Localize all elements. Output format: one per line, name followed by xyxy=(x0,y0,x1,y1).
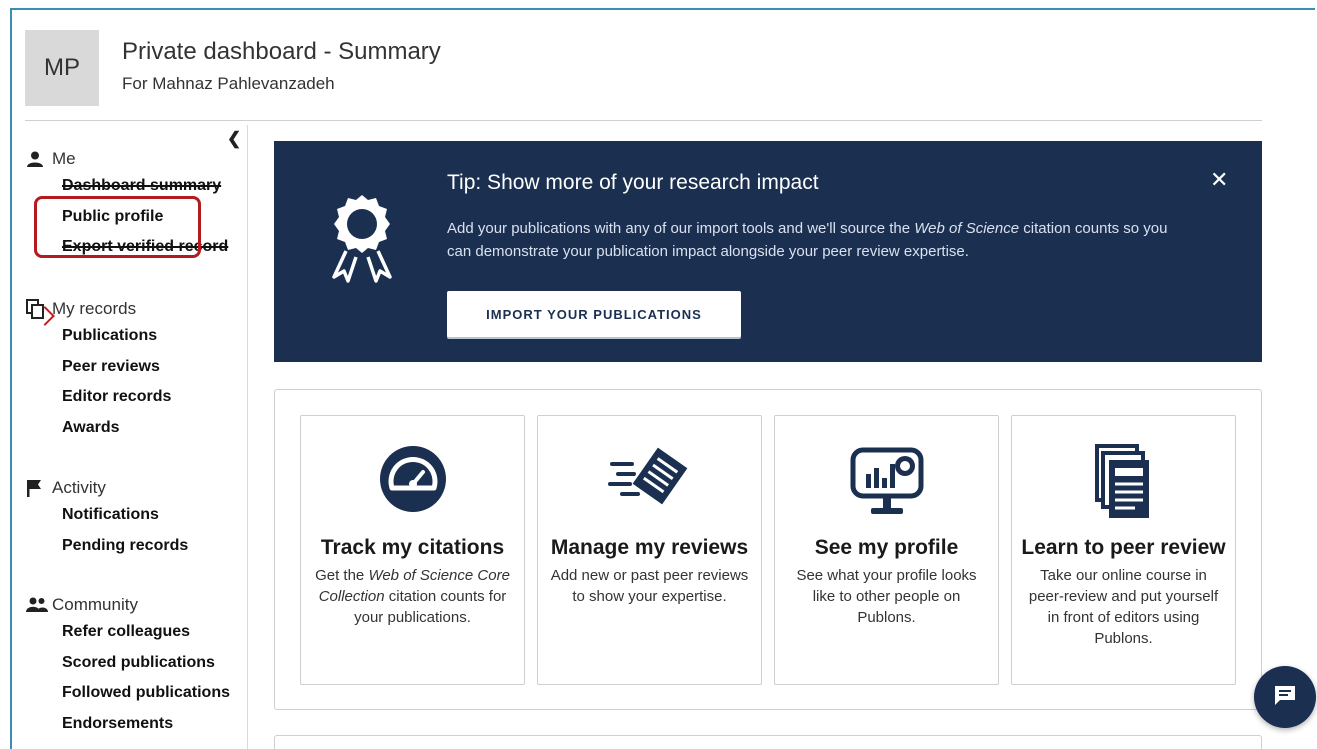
sidebar-group-activity: Activity Notifications Pending records xyxy=(26,476,188,561)
tip-title: Tip: Show more of your research impact xyxy=(447,171,819,194)
chevron-left-icon[interactable]: ❮ xyxy=(227,129,241,149)
sidebar-item-scored-publications[interactable]: Scored publications xyxy=(62,648,230,679)
card-desc-text: Get the xyxy=(315,567,369,584)
card-see-profile[interactable]: See my profile See what your profile loo… xyxy=(774,415,999,685)
sidebar-item-publications[interactable]: Publications xyxy=(62,321,171,352)
card-learn-peer-review[interactable]: Learn to peer review Take our online cou… xyxy=(1011,415,1236,685)
tip-body-text: Add your publications with any of our im… xyxy=(447,220,915,237)
tip-body-emphasis: Web of Science xyxy=(914,220,1020,237)
document-speed-icon xyxy=(538,444,761,524)
sidebar-item-editor-records[interactable]: Editor records xyxy=(62,382,171,413)
chat-button[interactable] xyxy=(1254,666,1316,728)
documents-stack-icon xyxy=(1012,444,1235,524)
gauge-icon xyxy=(301,444,524,524)
card-title: Manage my reviews xyxy=(550,536,749,559)
sidebar-group-label: My records xyxy=(52,299,137,318)
sidebar-item-export-verified-record[interactable]: Export verified record xyxy=(62,232,228,263)
page-subtitle: For Mahnaz Pahlevanzadeh xyxy=(122,74,335,93)
sidebar-item-endorsements[interactable]: Endorsements xyxy=(62,709,230,740)
sidebar-item-notifications[interactable]: Notifications xyxy=(62,500,188,531)
card-description: Get the Web of Science Core Collection c… xyxy=(313,565,512,628)
monitor-chart-icon xyxy=(775,444,998,524)
card-title: See my profile xyxy=(814,536,959,559)
sidebar-group-me: Me Dashboard summary Public profile Expo… xyxy=(26,147,228,263)
person-icon xyxy=(26,149,52,169)
sidebar-item-refer-colleagues[interactable]: Refer colleagues xyxy=(62,617,230,648)
award-ribbon-icon xyxy=(326,191,398,288)
card-title: Track my citations xyxy=(320,536,505,559)
page-title: Private dashboard - Summary xyxy=(122,38,441,65)
sidebar-item-dashboard-summary[interactable]: Dashboard summary xyxy=(62,171,228,202)
card-description: Take our online course in peer-review an… xyxy=(1028,567,1219,647)
sidebar-item-public-profile[interactable]: Public profile xyxy=(62,202,228,233)
sidebar-item-peer-reviews[interactable]: Peer reviews xyxy=(62,352,171,383)
sidebar-group-heading: Me xyxy=(26,147,228,171)
sidebar-group-community: Community Refer colleagues Scored public… xyxy=(26,593,230,739)
people-icon xyxy=(26,595,52,615)
card-track-citations[interactable]: Track my citations Get the Web of Scienc… xyxy=(300,415,525,685)
quick-actions-panel: Track my citations Get the Web of Scienc… xyxy=(274,389,1262,710)
sidebar-item-awards[interactable]: Awards xyxy=(62,413,171,444)
flag-icon xyxy=(26,478,52,498)
card-description: See what your profile looks like to othe… xyxy=(796,567,977,626)
card-description: Add new or past peer reviews to show you… xyxy=(550,567,749,605)
close-icon[interactable]: ✕ xyxy=(1210,167,1228,193)
chat-icon xyxy=(1273,684,1297,711)
sidebar: ❮ Me Dashboard summary Public profile Ex… xyxy=(0,125,248,749)
sidebar-group-label: Community xyxy=(52,595,138,614)
tip-body: Add your publications with any of our im… xyxy=(447,217,1177,263)
header-divider xyxy=(25,120,1262,121)
sidebar-group-heading: Activity xyxy=(26,476,188,500)
import-publications-button[interactable]: IMPORT YOUR PUBLICATIONS xyxy=(447,291,741,337)
sidebar-group-heading: Community xyxy=(26,593,230,617)
sidebar-item-followed-publications[interactable]: Followed publications xyxy=(62,678,230,709)
card-title: Learn to peer review xyxy=(1021,536,1226,559)
sidebar-item-pending-records[interactable]: Pending records xyxy=(62,531,188,562)
card-manage-reviews[interactable]: Manage my reviews Add new or past peer r… xyxy=(537,415,762,685)
avatar[interactable]: MP xyxy=(25,30,99,106)
next-panel xyxy=(274,735,1262,749)
sidebar-group-label: Me xyxy=(52,149,76,168)
sidebar-group-label: Activity xyxy=(52,478,106,497)
tip-banner: Tip: Show more of your research impact A… xyxy=(274,141,1262,362)
